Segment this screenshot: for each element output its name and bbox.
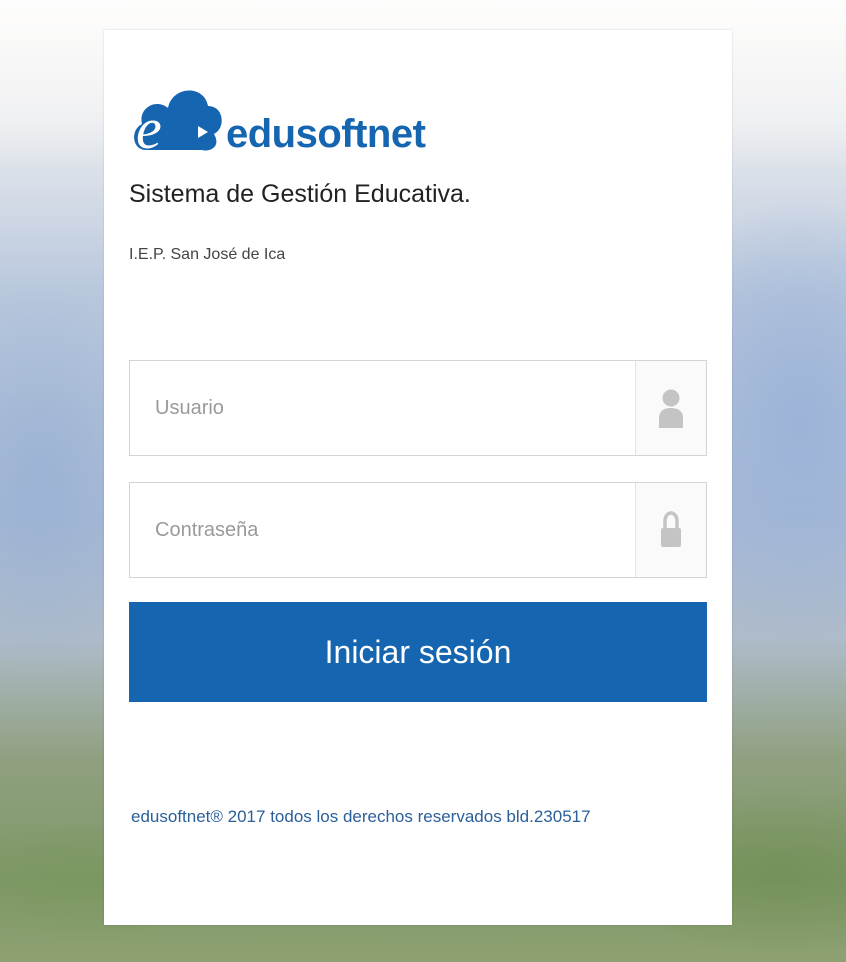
username-addon [635,361,706,455]
institution-name: I.E.P. San José de Ica [129,246,286,263]
login-card: e edusoftnet Sistema de Gestión Educativ… [104,30,732,925]
user-icon [659,389,683,428]
login-button[interactable]: Iniciar sesión [129,602,707,702]
system-tagline: Sistema de Gestión Educativa. [129,180,471,208]
lock-icon [661,511,681,547]
copyright-footer: edusoftnet® 2017 todos los derechos rese… [131,807,591,826]
username-field-group [129,360,707,456]
password-input[interactable] [130,483,635,577]
password-addon [635,483,706,577]
cloud-logo-icon: e [134,90,222,158]
password-field-group [129,482,707,578]
username-input[interactable] [130,361,635,455]
svg-text:e: e [136,96,162,158]
brand-logo: e edusoftnet [128,78,428,158]
brand-name: edusoftnet [226,112,426,156]
